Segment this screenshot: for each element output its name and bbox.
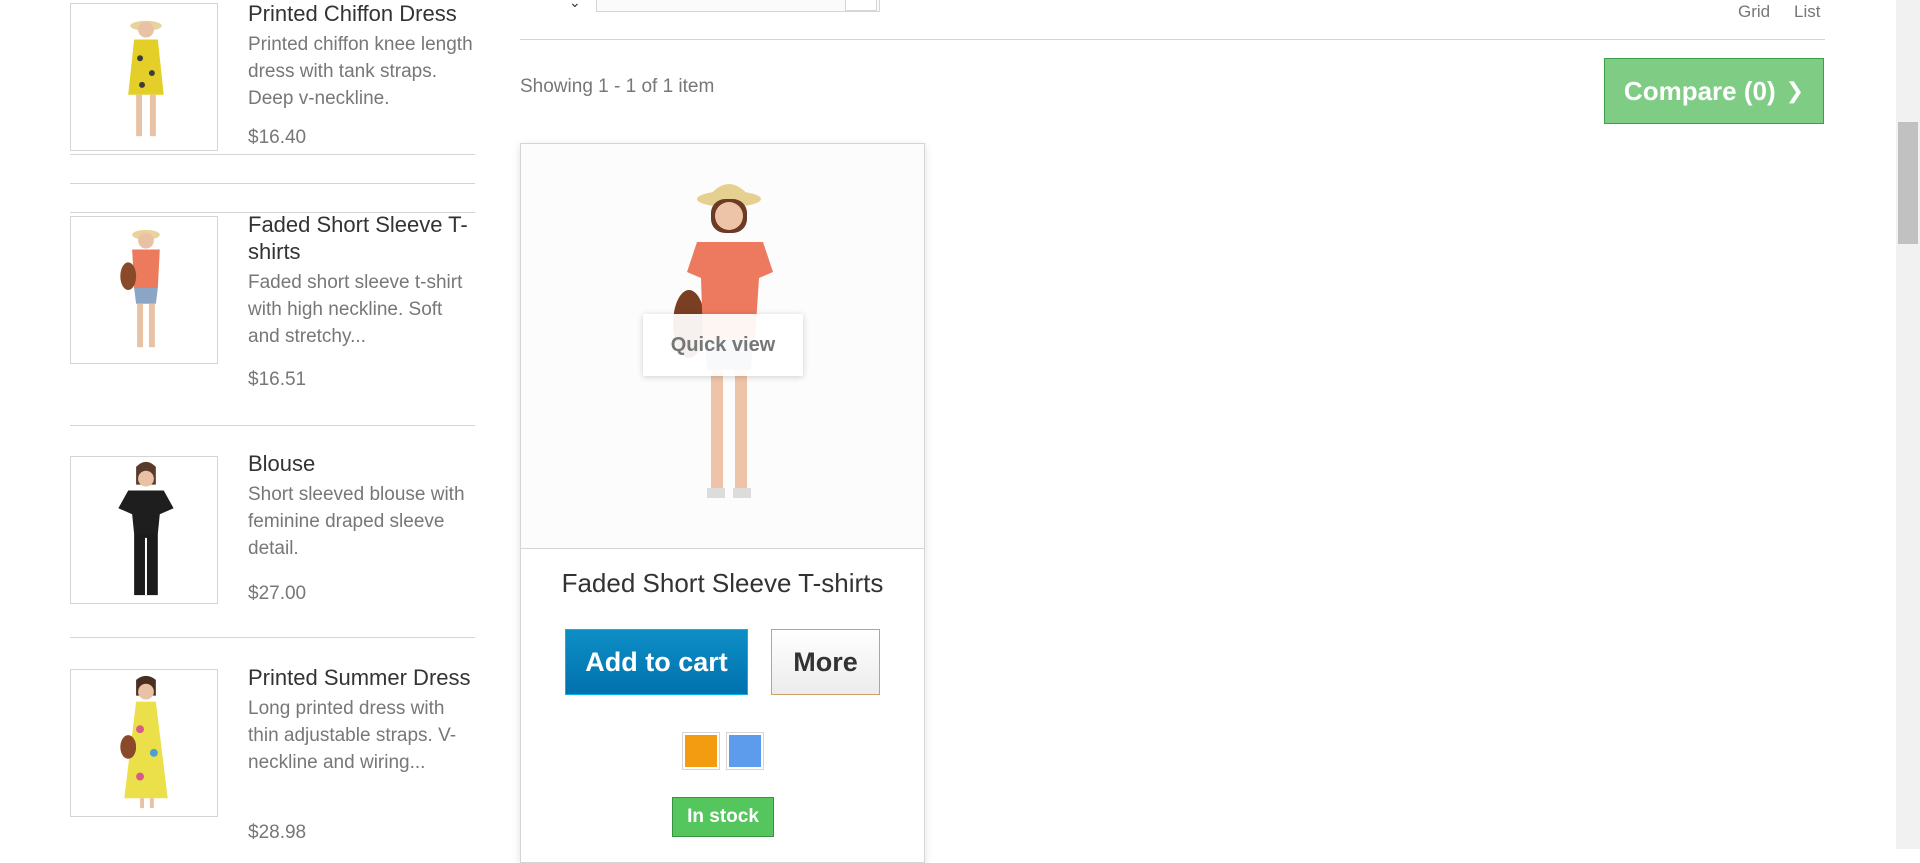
- select-arrow-button[interactable]: [845, 0, 877, 11]
- page-scrollbar[interactable]: [1896, 0, 1920, 849]
- sidebar-product-item-summer-dress: Printed Summer Dress Long printed dress …: [70, 637, 475, 858]
- product-name[interactable]: Blouse: [248, 450, 478, 477]
- compare-label: Compare (0): [1623, 75, 1776, 106]
- sort-select[interactable]: [596, 0, 880, 12]
- toolbar-divider: [520, 39, 1825, 40]
- product-price: $27.00: [248, 583, 307, 604]
- product-thumbnail[interactable]: [70, 216, 218, 364]
- view-list-link[interactable]: List: [1794, 2, 1820, 22]
- product-name[interactable]: Printed Summer Dress: [248, 664, 478, 691]
- swatch-fill: [685, 735, 717, 767]
- color-swatch-orange[interactable]: [682, 732, 720, 770]
- scrollbar-thumb[interactable]: [1898, 122, 1918, 244]
- sidebar-product-item-blouse: Blouse Short sleeved blouse with feminin…: [70, 425, 475, 639]
- product-thumbnail[interactable]: [70, 669, 218, 817]
- chevron-right-icon: ❯: [1785, 78, 1805, 103]
- product-card: Quick view Faded Short Sleeve T-shirts A…: [520, 143, 925, 863]
- add-to-cart-button[interactable]: Add to cart: [565, 629, 748, 695]
- product-price: $16.51: [248, 369, 307, 390]
- results-count: Showing 1 - 1 of 1 item: [520, 76, 715, 97]
- sort-caret: ⌄: [569, 0, 581, 10]
- compare-button[interactable]: Compare (0) ❯: [1604, 58, 1824, 124]
- view-grid-link[interactable]: Grid: [1738, 2, 1770, 22]
- product-price: $28.98: [248, 822, 307, 843]
- product-thumbnail[interactable]: [70, 456, 218, 604]
- more-button[interactable]: More: [771, 629, 880, 695]
- color-swatch-blue[interactable]: [726, 732, 764, 770]
- product-description: Faded short sleeve t-shirt with high nec…: [248, 272, 463, 347]
- sidebar-product-item-faded-tshirt: Faded Short Sleeve T-shirts Faded short …: [70, 183, 475, 427]
- quick-view-button[interactable]: Quick view: [643, 314, 803, 376]
- product-name[interactable]: Faded Short Sleeve T-shirts: [248, 211, 478, 265]
- product-name[interactable]: Faded Short Sleeve T-shirts: [521, 568, 924, 599]
- product-description: Short sleeved blouse with feminine drape…: [248, 484, 465, 559]
- product-description: Long printed dress with thin adjustable …: [248, 698, 457, 773]
- sidebar-product-item: [70, 0, 475, 213]
- swatch-fill: [729, 735, 761, 767]
- availability-badge: In stock: [672, 797, 774, 837]
